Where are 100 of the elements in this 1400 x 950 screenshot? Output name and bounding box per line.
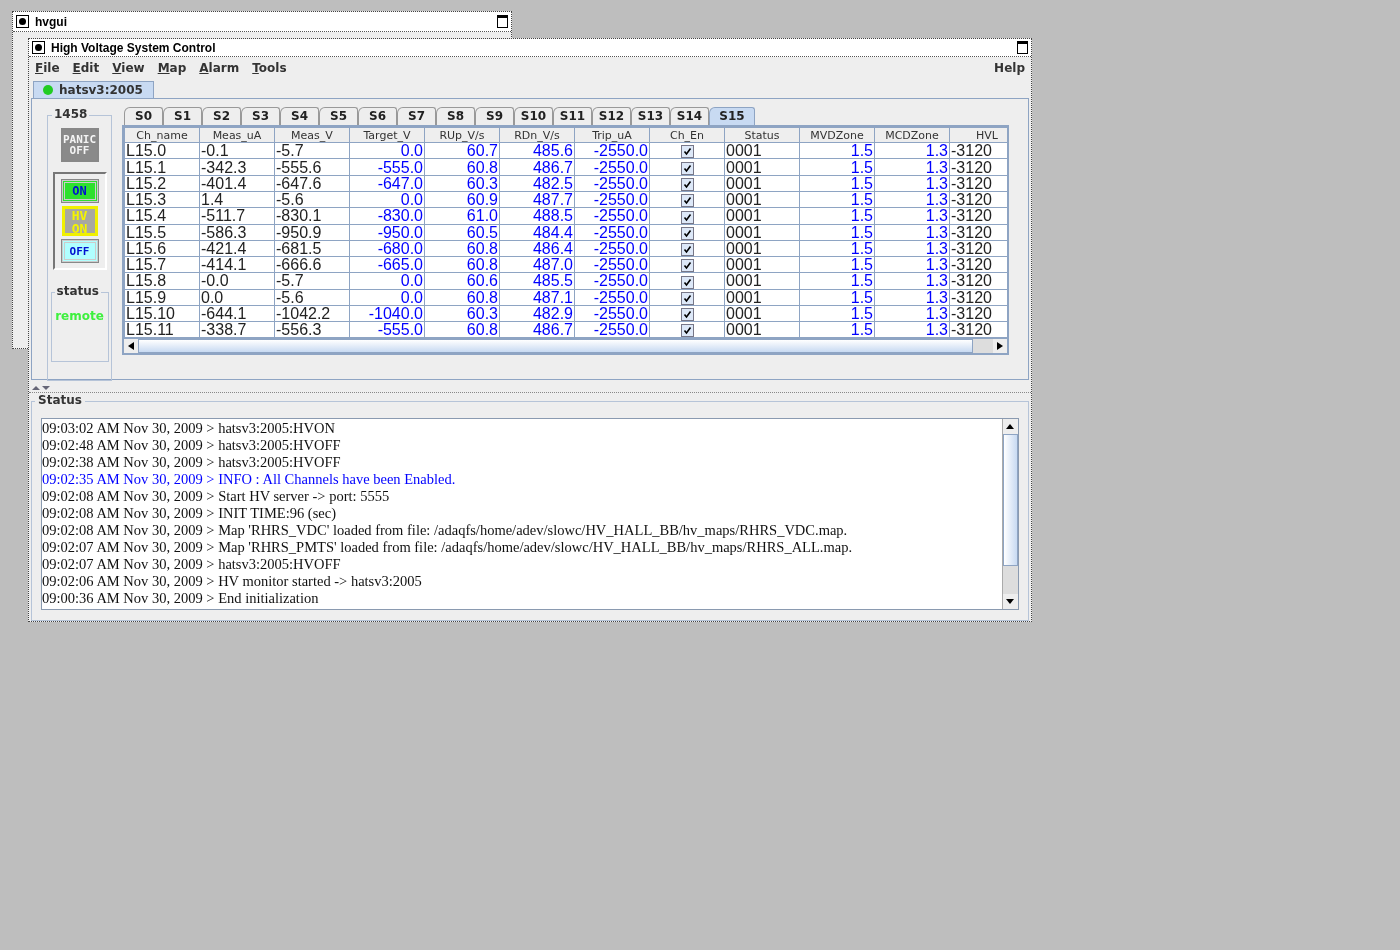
table-cell: 1.3 bbox=[874, 305, 950, 322]
table-cell: -421.4 bbox=[199, 240, 275, 257]
table-cell: -2550.0 bbox=[574, 289, 650, 306]
table-cell: -2550.0 bbox=[574, 191, 650, 208]
checkbox[interactable] bbox=[680, 324, 694, 337]
slot-tab[interactable]: S2 bbox=[202, 107, 241, 126]
column-header[interactable]: RDn_V/s bbox=[499, 127, 575, 143]
log-entry: 09:02:35 AM Nov 30, 2009 > INFO : All Channels have been Enabled. bbox=[42, 470, 457, 488]
checkbox[interactable] bbox=[680, 226, 694, 240]
table-cell: -2550.0 bbox=[574, 207, 650, 225]
table-cell: 1.5 bbox=[799, 272, 875, 290]
column-header[interactable]: Meas_V bbox=[274, 127, 350, 143]
checkbox[interactable] bbox=[680, 243, 694, 256]
power-button[interactable]: ON bbox=[61, 180, 98, 203]
maximize-icon[interactable] bbox=[1017, 41, 1028, 55]
menu-item[interactable]: Edit bbox=[72, 60, 100, 75]
column-header[interactable]: Trip_uA bbox=[574, 127, 650, 143]
table-cell: -2550.0 bbox=[574, 305, 650, 322]
checkbox[interactable] bbox=[680, 194, 694, 207]
table-cell: 484.4 bbox=[499, 224, 575, 241]
table-cell: -3120 bbox=[949, 272, 1007, 290]
host-tab[interactable]: hatsv3:2005 bbox=[33, 80, 154, 99]
table-cell: -0.1 bbox=[199, 142, 275, 159]
slot-tab[interactable]: S7 bbox=[397, 107, 436, 126]
slot-tab[interactable]: S11 bbox=[553, 107, 592, 126]
log-entry: 09:02:48 AM Nov 30, 2009 > hatsv3:2005:HVOFF bbox=[42, 436, 342, 454]
column-header[interactable]: RUp_V/s bbox=[424, 127, 500, 143]
status-value: remote bbox=[55, 309, 104, 324]
column-header[interactable]: HVL bbox=[949, 127, 1007, 143]
table-cell: 0001 bbox=[724, 256, 800, 273]
vertical-scrollbar[interactable] bbox=[1002, 418, 1018, 609]
slot-tab[interactable]: S4 bbox=[280, 107, 319, 126]
table-cell: 1.3 bbox=[874, 321, 950, 338]
menu-item[interactable]: View bbox=[112, 60, 145, 75]
table-cell: 1.5 bbox=[799, 289, 875, 306]
menu-item[interactable]: File bbox=[35, 60, 60, 75]
scroll-left-icon[interactable] bbox=[128, 342, 134, 351]
checkbox[interactable] bbox=[680, 259, 694, 272]
splitter[interactable] bbox=[29, 384, 1031, 393]
table-cell: 0001 bbox=[724, 272, 800, 290]
table-cell: 1.3 bbox=[874, 159, 950, 176]
expand-down-icon[interactable] bbox=[42, 385, 50, 390]
column-header[interactable]: Meas_uA bbox=[199, 127, 275, 143]
table-cell: 60.5 bbox=[424, 224, 500, 241]
table-cell: -401.4 bbox=[199, 175, 275, 192]
window-menu-icon[interactable] bbox=[16, 15, 29, 28]
slot-tab[interactable]: S1 bbox=[163, 107, 202, 126]
menu-item[interactable]: Tools bbox=[252, 60, 287, 75]
table-cell: 60.3 bbox=[424, 305, 500, 322]
slot-tab[interactable]: S14 bbox=[670, 107, 709, 126]
scroll-thumb[interactable] bbox=[1003, 433, 1018, 566]
menu-item[interactable]: Map bbox=[157, 60, 187, 75]
table-cell: 0001 bbox=[724, 240, 800, 257]
table-cell: -555.0 bbox=[349, 321, 425, 338]
table-cell: 1.4 bbox=[199, 191, 275, 208]
slot-tab[interactable]: S5 bbox=[319, 107, 358, 126]
checkbox[interactable] bbox=[680, 308, 694, 321]
table-cell: 487.7 bbox=[499, 191, 575, 208]
slot-tab[interactable]: S0 bbox=[124, 107, 163, 126]
checkbox[interactable] bbox=[680, 291, 694, 305]
column-header[interactable]: Ch_En bbox=[649, 127, 725, 143]
slot-tab[interactable]: S12 bbox=[592, 107, 631, 126]
column-header[interactable]: MVDZone bbox=[799, 127, 875, 143]
scroll-right-icon[interactable] bbox=[997, 342, 1003, 351]
log-entry: 09:02:08 AM Nov 30, 2009 > Map 'RHRS_VDC' loaded from file: /adaqfs/home/adev/slowc/HV_HALL_BB/hv_maps/RHRS_VDC.map. bbox=[42, 521, 849, 539]
slot-tab[interactable]: S8 bbox=[436, 107, 475, 126]
checkbox[interactable] bbox=[680, 145, 694, 158]
slot-tab[interactable]: S9 bbox=[475, 107, 514, 126]
column-header[interactable]: Ch_name bbox=[124, 127, 200, 143]
slot-tab[interactable]: S10 bbox=[514, 107, 553, 126]
column-header[interactable]: Status bbox=[724, 127, 800, 143]
collapse-up-icon[interactable] bbox=[32, 385, 40, 390]
table-cell: L15.6 bbox=[124, 240, 200, 257]
window-menu-icon[interactable] bbox=[32, 41, 45, 55]
table-cell: -830.0 bbox=[349, 207, 425, 225]
column-header[interactable]: MCDZone bbox=[874, 127, 950, 143]
table-cell: -2550.0 bbox=[574, 240, 650, 257]
maximize-icon[interactable] bbox=[497, 15, 508, 28]
checkbox[interactable] bbox=[680, 161, 694, 175]
help-menu[interactable]: Help bbox=[994, 60, 1025, 75]
power-button[interactable]: OFF bbox=[61, 240, 98, 263]
table-cell: 0001 bbox=[724, 305, 800, 322]
table-cell: 486.7 bbox=[499, 321, 575, 338]
table-cell: -556.3 bbox=[274, 321, 350, 338]
slot-tab[interactable]: S13 bbox=[631, 107, 670, 126]
slot-tab[interactable]: S6 bbox=[358, 107, 397, 126]
menu-item[interactable]: Alarm bbox=[199, 60, 240, 75]
checkbox[interactable] bbox=[680, 178, 694, 191]
checkbox[interactable] bbox=[680, 210, 694, 224]
table-cell: -3120 bbox=[949, 289, 1007, 306]
slot-tab[interactable]: S3 bbox=[241, 107, 280, 126]
column-header[interactable]: Target_V bbox=[349, 127, 425, 143]
window-title: High Voltage System Control bbox=[51, 40, 217, 55]
table-cell: L15.11 bbox=[124, 321, 200, 338]
checkbox[interactable] bbox=[680, 275, 694, 289]
table-cell: -5.7 bbox=[274, 142, 350, 159]
slot-tab[interactable]: S15 bbox=[709, 107, 755, 126]
table-cell: 482.5 bbox=[499, 175, 575, 192]
scroll-up-icon[interactable] bbox=[1003, 418, 1018, 434]
table-cell: -3120 bbox=[949, 142, 1007, 159]
